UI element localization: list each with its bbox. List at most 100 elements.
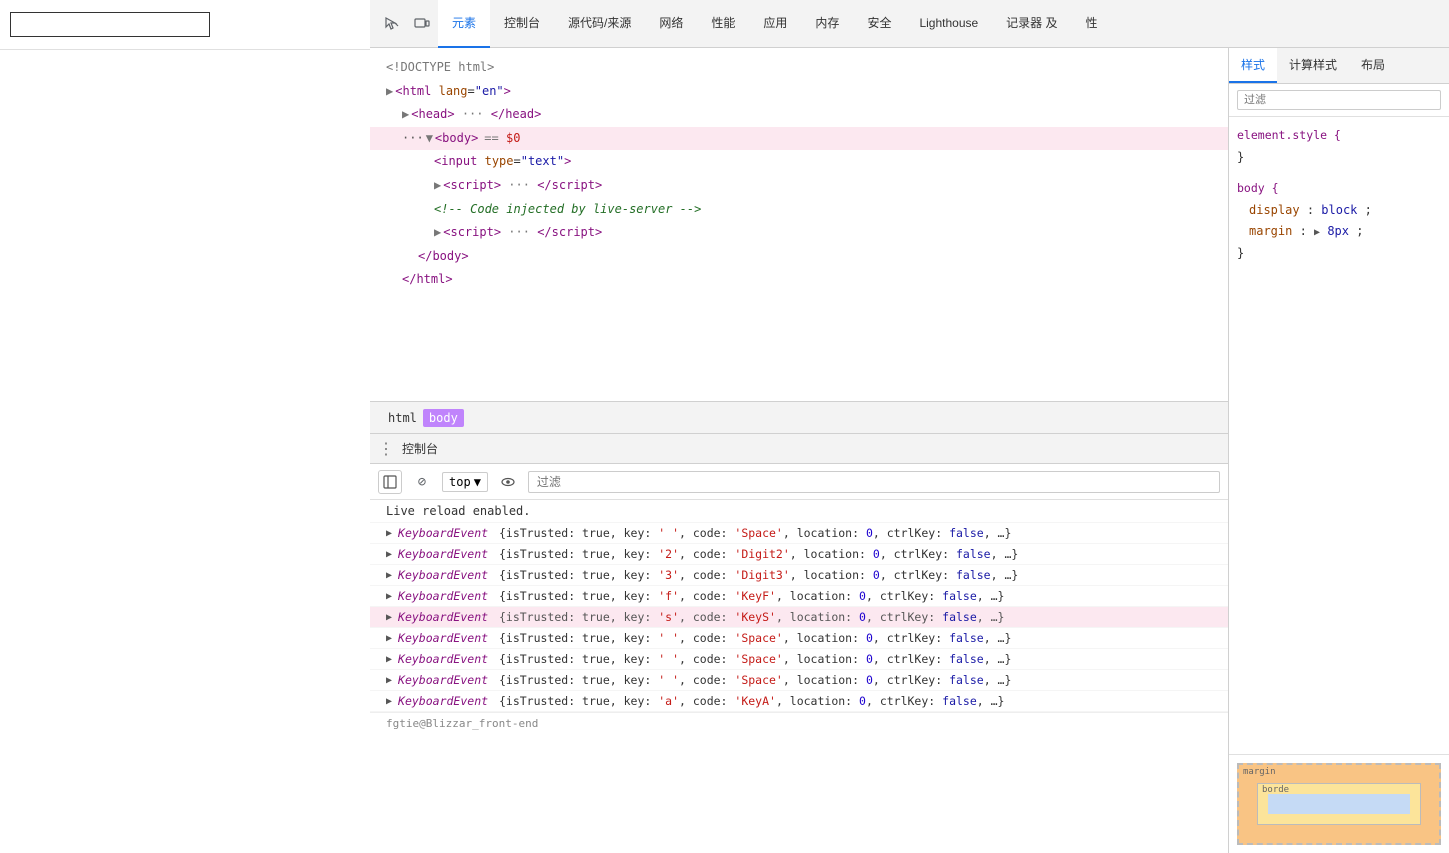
tree-script2[interactable]: ▶ <script> ··· </script> [370, 221, 1228, 245]
context-dropdown[interactable]: top ▼ [442, 472, 488, 492]
eye-icon[interactable] [496, 470, 520, 494]
elements-tree[interactable]: <!DOCTYPE html> ▶ <html lang="en" > ▶ <h… [370, 48, 1228, 401]
console-line[interactable]: ▶ KeyboardEvent {isTrusted: true, key: '… [370, 523, 1228, 544]
margin-label: margin [1243, 767, 1276, 777]
page-input[interactable]: 23fs a [10, 12, 210, 37]
margin-expand-arrow[interactable]: ▶ [1314, 227, 1320, 238]
inspect-icon[interactable] [378, 10, 406, 38]
styles-tabs: 样式 计算样式 布局 [1229, 48, 1449, 84]
box-model-content [1268, 794, 1410, 814]
tab-console[interactable]: 控制台 [490, 0, 554, 48]
expand-head[interactable]: ▶ [402, 104, 409, 126]
breadcrumb-body[interactable]: body [423, 409, 464, 427]
console-section: ⋮ 控制台 ⊘ top ▼ [370, 433, 1228, 853]
doctype-text: <!DOCTYPE html> [386, 57, 494, 79]
console-menu-icon[interactable]: ⋮ [378, 439, 394, 458]
tab-network[interactable]: 网络 [645, 0, 697, 48]
tab-computed[interactable]: 计算样式 [1277, 48, 1349, 83]
body-style-rule: body { display : block ; margin : ▶ 8px … [1237, 178, 1441, 264]
tab-perf2[interactable]: 性 [1072, 0, 1112, 48]
box-model-margin: margin borde [1237, 763, 1441, 845]
console-event-type: KeyboardEvent [398, 526, 488, 540]
console-line[interactable]: ▶ KeyboardEvent {isTrusted: true, key: '… [370, 544, 1228, 565]
devtools-panel: 元素 控制台 源代码/来源 网络 性能 应用 内存 安全 Lighthouse … [370, 0, 1449, 853]
breadcrumb-bar: html body [370, 401, 1228, 433]
devtools-main: <!DOCTYPE html> ▶ <html lang="en" > ▶ <h… [370, 48, 1449, 853]
console-event-data: {isTrusted: true, key: '2', code: 'Digit… [492, 547, 1018, 561]
tab-layout[interactable]: 布局 [1349, 48, 1397, 83]
console-output[interactable]: Live reload enabled. ▶ KeyboardEvent {is… [370, 500, 1228, 853]
console-event-type: KeyboardEvent [398, 631, 488, 645]
tab-application[interactable]: 应用 [749, 0, 801, 48]
styles-filter-area [1229, 84, 1449, 117]
expand-script1[interactable]: ▶ [434, 175, 441, 197]
expand-arrow-icon[interactable]: ▶ [386, 654, 392, 665]
tab-performance[interactable]: 性能 [697, 0, 749, 48]
styles-filter-input[interactable] [1237, 90, 1441, 110]
tab-lighthouse[interactable]: Lighthouse [905, 0, 992, 48]
clear-console-button[interactable]: ⊘ [410, 470, 434, 494]
tab-sources[interactable]: 源代码/来源 [554, 0, 645, 48]
box-model-area: margin borde [1229, 754, 1449, 853]
elements-panel: <!DOCTYPE html> ▶ <html lang="en" > ▶ <h… [370, 48, 1229, 853]
expand-body[interactable]: ··· [402, 128, 424, 150]
console-event-data: {isTrusted: true, key: 's', code: 'KeyS'… [492, 610, 1004, 624]
expand-arrow-icon[interactable]: ▶ [386, 612, 392, 623]
console-line-highlighted[interactable]: ▶ KeyboardEvent {isTrusted: true, key: '… [370, 607, 1228, 628]
console-line[interactable]: ▶ KeyboardEvent {isTrusted: true, key: '… [370, 649, 1228, 670]
breadcrumb-html[interactable]: html [382, 409, 423, 427]
box-model-border: borde [1257, 783, 1421, 825]
context-value: top [449, 475, 471, 489]
dropdown-arrow-icon: ▼ [474, 475, 481, 489]
devtools-toolbar: 元素 控制台 源代码/来源 网络 性能 应用 内存 安全 Lighthouse … [370, 0, 1449, 48]
expand-arrow-icon[interactable]: ▶ [386, 528, 392, 539]
console-header: ⋮ 控制台 [370, 434, 1228, 464]
tree-comment[interactable]: <!-- Code injected by live-server --> [370, 198, 1228, 222]
tree-body-close[interactable]: </body> [370, 245, 1228, 269]
console-event-data: {isTrusted: true, key: 'f', code: 'KeyF'… [492, 589, 1004, 603]
expand-arrow-icon[interactable]: ▶ [386, 570, 392, 581]
collapse-body[interactable]: ▼ [426, 128, 433, 150]
console-line[interactable]: ▶ KeyboardEvent {isTrusted: true, key: '… [370, 586, 1228, 607]
console-bottom-text: fgtie@Blizzar_front-end [370, 712, 1228, 734]
tab-security[interactable]: 安全 [853, 0, 905, 48]
device-toggle-icon[interactable] [408, 10, 436, 38]
expand-arrow-icon[interactable]: ▶ [386, 591, 392, 602]
tree-head[interactable]: ▶ <head> ··· </head> [370, 103, 1228, 127]
tree-script1[interactable]: ▶ <script> ··· </script> [370, 174, 1228, 198]
console-event-data: {isTrusted: true, key: ' ', code: 'Space… [492, 631, 1011, 645]
console-event-data: {isTrusted: true, key: ' ', code: 'Space… [492, 673, 1011, 687]
live-reload-message: Live reload enabled. [370, 500, 1228, 523]
console-event-type: KeyboardEvent [398, 547, 488, 561]
console-event-data: {isTrusted: true, key: ' ', code: 'Space… [492, 526, 1011, 540]
tree-html-close[interactable]: </html> [370, 268, 1228, 292]
console-line[interactable]: ▶ KeyboardEvent {isTrusted: true, key: '… [370, 670, 1228, 691]
tab-memory[interactable]: 内存 [801, 0, 853, 48]
expand-arrow-icon[interactable]: ▶ [386, 696, 392, 707]
console-title: 控制台 [402, 440, 438, 457]
tab-recorder[interactable]: 记录器 及 [992, 0, 1071, 48]
page-content-area: 23fs a [0, 0, 370, 50]
expand-script2[interactable]: ▶ [434, 222, 441, 244]
tree-input[interactable]: <input type="text" > [370, 150, 1228, 174]
tab-styles[interactable]: 样式 [1229, 48, 1277, 83]
expand-html[interactable]: ▶ [386, 81, 393, 103]
sidebar-toggle-button[interactable] [378, 470, 402, 494]
tab-elements[interactable]: 元素 [438, 0, 490, 48]
console-event-type: KeyboardEvent [398, 652, 488, 666]
console-line[interactable]: ▶ KeyboardEvent {isTrusted: true, key: '… [370, 565, 1228, 586]
styles-content[interactable]: element.style { } body { display : block [1229, 117, 1449, 754]
border-label: borde [1262, 785, 1289, 795]
tree-doctype[interactable]: <!DOCTYPE html> [370, 56, 1228, 80]
styles-panel: 样式 计算样式 布局 element.style { } [1229, 48, 1449, 853]
expand-arrow-icon[interactable]: ▶ [386, 633, 392, 644]
console-line[interactable]: ▶ KeyboardEvent {isTrusted: true, key: '… [370, 628, 1228, 649]
expand-arrow-icon[interactable]: ▶ [386, 549, 392, 560]
tree-body-open[interactable]: ··· ▼ <body> == $0 [370, 127, 1228, 151]
console-line[interactable]: ▶ KeyboardEvent {isTrusted: true, key: '… [370, 691, 1228, 712]
expand-arrow-icon[interactable]: ▶ [386, 675, 392, 686]
console-event-data: {isTrusted: true, key: 'a', code: 'KeyA'… [492, 694, 1004, 708]
console-event-data: {isTrusted: true, key: ' ', code: 'Space… [492, 652, 1011, 666]
console-filter-input[interactable] [528, 471, 1220, 493]
tree-html-open[interactable]: ▶ <html lang="en" > [370, 80, 1228, 104]
